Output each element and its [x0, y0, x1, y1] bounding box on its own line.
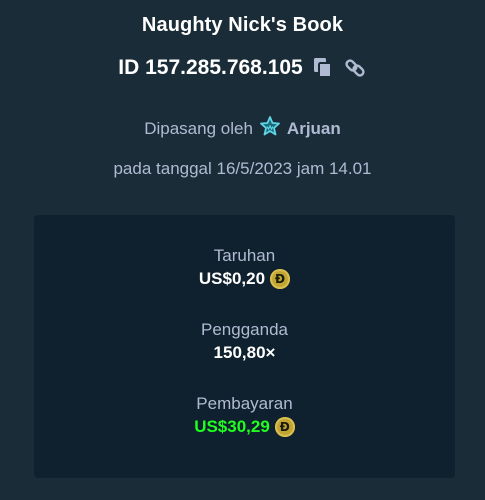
- bet-details-modal: Naughty Nick's Book ID 157.285.768.105 D…: [0, 0, 485, 500]
- payout-label: Pembayaran: [196, 394, 293, 413]
- multiplier-value: 150,80×: [213, 343, 276, 362]
- payout-value-row: US$30,29 Ð: [34, 417, 455, 437]
- multiplier-value-row: 150,80×: [34, 343, 455, 363]
- bet-id: ID 157.285.768.105: [118, 56, 303, 79]
- payout-value: US$30,29: [194, 417, 270, 436]
- dogecoin-icon: Ð: [274, 417, 295, 437]
- wager-value: US$0,20: [198, 269, 266, 288]
- vip-crown-icon: [259, 116, 281, 141]
- game-title[interactable]: Naughty Nick's Book: [0, 14, 485, 37]
- payout-stat: Pembayaran US$30,29 Ð: [34, 394, 455, 437]
- placed-by-row: Dipasang oleh Arjuan: [0, 116, 485, 141]
- multiplier-label: Pengganda: [201, 320, 288, 339]
- bet-id-row: ID 157.285.768.105: [0, 56, 485, 80]
- wager-value-row: US$0,20 Ð: [34, 269, 455, 289]
- wager-label: Taruhan: [213, 246, 276, 265]
- placed-by-label: Dipasang oleh: [144, 118, 253, 138]
- dogecoin-icon: Ð: [270, 269, 291, 289]
- bet-summary-panel: Taruhan US$0,20 Ð Pengganda 150,80× Pemb…: [34, 215, 455, 478]
- link-icon[interactable]: [343, 56, 367, 80]
- multiplier-stat: Pengganda 150,80×: [34, 320, 455, 363]
- placed-date: pada tanggal 16/5/2023 jam 14.01: [113, 159, 372, 178]
- wager-stat: Taruhan US$0,20 Ð: [34, 246, 455, 289]
- username-link[interactable]: Arjuan: [287, 119, 341, 139]
- copy-icon[interactable]: [311, 56, 335, 80]
